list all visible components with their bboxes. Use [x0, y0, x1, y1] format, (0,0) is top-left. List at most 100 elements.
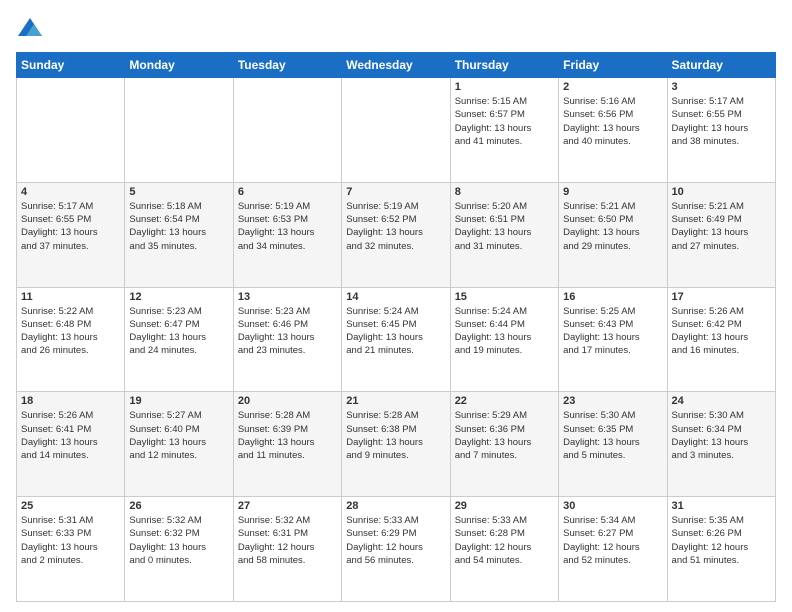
weekday-header: Monday: [125, 53, 233, 78]
day-number: 18: [21, 395, 120, 407]
day-number: 26: [129, 500, 228, 512]
day-info: Sunrise: 5:23 AM Sunset: 6:46 PM Dayligh…: [238, 305, 337, 358]
day-info: Sunrise: 5:26 AM Sunset: 6:42 PM Dayligh…: [672, 305, 771, 358]
calendar-cell: 16 Sunrise: 5:25 AM Sunset: 6:43 PM Dayli…: [559, 287, 667, 392]
day-number: 24: [672, 395, 771, 407]
day-info: Sunrise: 5:32 AM Sunset: 6:31 PM Dayligh…: [238, 514, 337, 567]
calendar-cell: 7Sunrise: 5:19 AM Sunset: 6:52 PM Daylig…: [342, 182, 450, 287]
calendar-cell: 17 Sunrise: 5:26 AM Sunset: 6:42 PM Dayli…: [667, 287, 775, 392]
calendar-cell: 31 Sunrise: 5:35 AM Sunset: 6:26 PM Dayli…: [667, 497, 775, 602]
calendar-cell: 4 Sunrise: 5:17 AM Sunset: 6:55 PM Daylig…: [17, 182, 125, 287]
calendar-cell: 11 Sunrise: 5:22 AM Sunset: 6:48 PM Dayli…: [17, 287, 125, 392]
day-info: Sunrise: 5:30 AM Sunset: 6:35 PM Dayligh…: [563, 409, 662, 462]
calendar-cell: 15 Sunrise: 5:24 AM Sunset: 6:44 PM Dayli…: [450, 287, 558, 392]
day-number: 27: [238, 500, 337, 512]
header: [16, 16, 776, 44]
calendar-cell: [125, 78, 233, 183]
day-info: Sunrise: 5:29 AM Sunset: 6:36 PM Dayligh…: [455, 409, 554, 462]
day-info: Sunrise: 5:19 AM Sunset: 6:53 PM Dayligh…: [238, 200, 337, 253]
calendar-cell: 24Sunrise: 5:30 AM Sunset: 6:34 PM Dayli…: [667, 392, 775, 497]
day-info: Sunrise: 5:17 AM Sunset: 6:55 PM Dayligh…: [21, 200, 120, 253]
weekday-header: Sunday: [17, 53, 125, 78]
day-info: Sunrise: 5:21 AM Sunset: 6:50 PM Dayligh…: [563, 200, 662, 253]
calendar-cell: 1Sunrise: 5:15 AM Sunset: 6:57 PM Daylig…: [450, 78, 558, 183]
weekday-header: Saturday: [667, 53, 775, 78]
calendar-week-row: 1Sunrise: 5:15 AM Sunset: 6:57 PM Daylig…: [17, 78, 776, 183]
day-number: 17: [672, 291, 771, 303]
calendar-table: SundayMondayTuesdayWednesdayThursdayFrid…: [16, 52, 776, 602]
day-number: 12: [129, 291, 228, 303]
day-info: Sunrise: 5:33 AM Sunset: 6:28 PM Dayligh…: [455, 514, 554, 567]
day-number: 9: [563, 186, 662, 198]
day-number: 22: [455, 395, 554, 407]
day-info: Sunrise: 5:22 AM Sunset: 6:48 PM Dayligh…: [21, 305, 120, 358]
day-info: Sunrise: 5:16 AM Sunset: 6:56 PM Dayligh…: [563, 95, 662, 148]
day-number: 20: [238, 395, 337, 407]
day-number: 31: [672, 500, 771, 512]
day-number: 5: [129, 186, 228, 198]
calendar-cell: 22 Sunrise: 5:29 AM Sunset: 6:36 PM Dayli…: [450, 392, 558, 497]
day-number: 25: [21, 500, 120, 512]
calendar-cell: 25 Sunrise: 5:31 AM Sunset: 6:33 PM Dayli…: [17, 497, 125, 602]
day-number: 8: [455, 186, 554, 198]
day-info: Sunrise: 5:24 AM Sunset: 6:44 PM Dayligh…: [455, 305, 554, 358]
logo: [16, 16, 48, 44]
day-info: Sunrise: 5:26 AM Sunset: 6:41 PM Dayligh…: [21, 409, 120, 462]
calendar-cell: 13 Sunrise: 5:23 AM Sunset: 6:46 PM Dayli…: [233, 287, 341, 392]
calendar-cell: 30 Sunrise: 5:34 AM Sunset: 6:27 PM Dayli…: [559, 497, 667, 602]
calendar-header-row: SundayMondayTuesdayWednesdayThursdayFrid…: [17, 53, 776, 78]
weekday-header: Tuesday: [233, 53, 341, 78]
weekday-header: Wednesday: [342, 53, 450, 78]
day-info: Sunrise: 5:20 AM Sunset: 6:51 PM Dayligh…: [455, 200, 554, 253]
day-number: 15: [455, 291, 554, 303]
calendar-cell: 21Sunrise: 5:28 AM Sunset: 6:38 PM Dayli…: [342, 392, 450, 497]
day-info: Sunrise: 5:31 AM Sunset: 6:33 PM Dayligh…: [21, 514, 120, 567]
calendar-week-row: 11 Sunrise: 5:22 AM Sunset: 6:48 PM Dayli…: [17, 287, 776, 392]
calendar-cell: 23 Sunrise: 5:30 AM Sunset: 6:35 PM Dayli…: [559, 392, 667, 497]
calendar-cell: 2 Sunrise: 5:16 AM Sunset: 6:56 PM Daylig…: [559, 78, 667, 183]
page: SundayMondayTuesdayWednesdayThursdayFrid…: [0, 0, 792, 612]
calendar-cell: 14Sunrise: 5:24 AM Sunset: 6:45 PM Dayli…: [342, 287, 450, 392]
day-info: Sunrise: 5:28 AM Sunset: 6:38 PM Dayligh…: [346, 409, 445, 462]
day-number: 28: [346, 500, 445, 512]
calendar-cell: 12 Sunrise: 5:23 AM Sunset: 6:47 PM Dayli…: [125, 287, 233, 392]
day-number: 4: [21, 186, 120, 198]
day-number: 30: [563, 500, 662, 512]
day-info: Sunrise: 5:23 AM Sunset: 6:47 PM Dayligh…: [129, 305, 228, 358]
calendar-cell: 28 Sunrise: 5:33 AM Sunset: 6:29 PM Dayli…: [342, 497, 450, 602]
day-info: Sunrise: 5:15 AM Sunset: 6:57 PM Dayligh…: [455, 95, 554, 148]
calendar-cell: [342, 78, 450, 183]
day-info: Sunrise: 5:25 AM Sunset: 6:43 PM Dayligh…: [563, 305, 662, 358]
day-number: 3: [672, 81, 771, 93]
weekday-header: Thursday: [450, 53, 558, 78]
calendar-cell: 18 Sunrise: 5:26 AM Sunset: 6:41 PM Dayli…: [17, 392, 125, 497]
weekday-header: Friday: [559, 53, 667, 78]
day-number: 6: [238, 186, 337, 198]
day-info: Sunrise: 5:28 AM Sunset: 6:39 PM Dayligh…: [238, 409, 337, 462]
calendar-cell: 10Sunrise: 5:21 AM Sunset: 6:49 PM Dayli…: [667, 182, 775, 287]
day-number: 11: [21, 291, 120, 303]
day-info: Sunrise: 5:35 AM Sunset: 6:26 PM Dayligh…: [672, 514, 771, 567]
calendar-cell: [17, 78, 125, 183]
day-info: Sunrise: 5:24 AM Sunset: 6:45 PM Dayligh…: [346, 305, 445, 358]
calendar-cell: 26 Sunrise: 5:32 AM Sunset: 6:32 PM Dayli…: [125, 497, 233, 602]
day-number: 13: [238, 291, 337, 303]
day-number: 29: [455, 500, 554, 512]
day-info: Sunrise: 5:34 AM Sunset: 6:27 PM Dayligh…: [563, 514, 662, 567]
calendar-cell: 27 Sunrise: 5:32 AM Sunset: 6:31 PM Dayli…: [233, 497, 341, 602]
day-number: 7: [346, 186, 445, 198]
calendar-cell: 3Sunrise: 5:17 AM Sunset: 6:55 PM Daylig…: [667, 78, 775, 183]
day-info: Sunrise: 5:33 AM Sunset: 6:29 PM Dayligh…: [346, 514, 445, 567]
day-number: 16: [563, 291, 662, 303]
day-info: Sunrise: 5:32 AM Sunset: 6:32 PM Dayligh…: [129, 514, 228, 567]
calendar-cell: 8 Sunrise: 5:20 AM Sunset: 6:51 PM Daylig…: [450, 182, 558, 287]
calendar-week-row: 4 Sunrise: 5:17 AM Sunset: 6:55 PM Daylig…: [17, 182, 776, 287]
day-info: Sunrise: 5:27 AM Sunset: 6:40 PM Dayligh…: [129, 409, 228, 462]
calendar-cell: 6 Sunrise: 5:19 AM Sunset: 6:53 PM Daylig…: [233, 182, 341, 287]
calendar-cell: 5Sunrise: 5:18 AM Sunset: 6:54 PM Daylig…: [125, 182, 233, 287]
day-number: 23: [563, 395, 662, 407]
calendar-week-row: 18 Sunrise: 5:26 AM Sunset: 6:41 PM Dayli…: [17, 392, 776, 497]
calendar-cell: [233, 78, 341, 183]
day-number: 10: [672, 186, 771, 198]
day-number: 2: [563, 81, 662, 93]
